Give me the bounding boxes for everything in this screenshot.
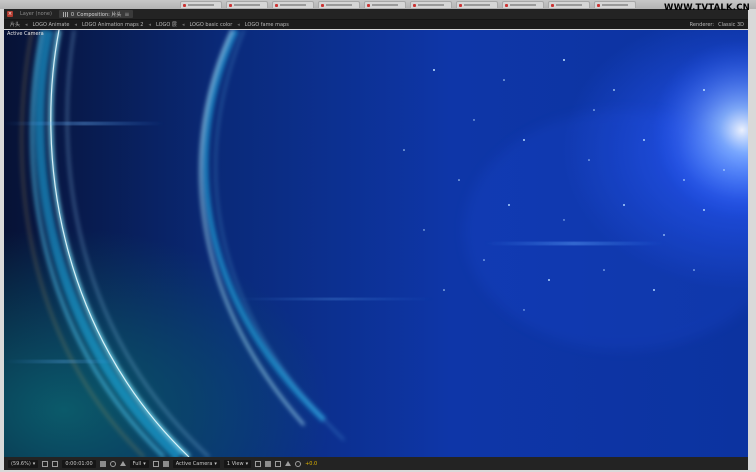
browser-tab[interactable] <box>364 1 406 8</box>
resolution-dropdown[interactable]: Full ▾ <box>129 459 149 468</box>
snapshot-icon[interactable] <box>99 460 106 467</box>
favicon-icon <box>413 3 416 7</box>
magnification-value: (59.6%) <box>11 460 31 467</box>
view-layout-value: 1 View <box>226 460 244 467</box>
viewer-bottom-bar: (59.6%) ▾ 0:00:01:00 Full ▾ Active Camer… <box>4 457 748 470</box>
menu-icon[interactable]: ≡ <box>124 11 129 18</box>
tab-layer[interactable]: Layer (none) <box>16 10 56 18</box>
lock-icon[interactable] <box>70 12 74 16</box>
browser-tab[interactable] <box>410 1 452 8</box>
timeline-icon[interactable] <box>275 460 282 467</box>
lens-streak <box>4 360 124 363</box>
resolution-grid-icon[interactable] <box>42 460 49 467</box>
reset-exposure-icon[interactable] <box>295 460 302 467</box>
chevron-down-icon: ▾ <box>214 460 217 467</box>
browser-tab[interactable] <box>318 1 360 8</box>
light-ring-left <box>20 30 210 457</box>
favicon-icon <box>459 3 462 7</box>
viewer-artwork <box>4 30 748 457</box>
favicon-icon <box>367 3 370 7</box>
tab-composition-label: Composition: 片头 <box>76 11 122 18</box>
flow-item[interactable]: LOGO fame maps <box>245 22 289 28</box>
fast-previews-icon[interactable] <box>265 460 272 467</box>
region-of-interest-icon[interactable] <box>152 460 159 467</box>
flow-item[interactable]: LOGO 层 <box>156 21 177 28</box>
browser-tab[interactable] <box>548 1 590 8</box>
renderer-label: Renderer: <box>689 21 715 28</box>
chevron-down-icon: ▾ <box>143 460 146 467</box>
lens-streak <box>4 122 164 125</box>
browser-tab[interactable] <box>594 1 636 8</box>
view-layout-dropdown[interactable]: 1 View ▾ <box>223 459 252 468</box>
close-icon[interactable]: × <box>7 11 13 17</box>
chevron-right-icon: ◂ <box>237 21 240 28</box>
exposure-value[interactable]: +0.0 <box>305 461 317 467</box>
safe-margins-icon[interactable] <box>52 460 59 467</box>
magnification-dropdown[interactable]: (59.6%) ▾ <box>8 459 39 468</box>
current-time-field[interactable]: 0:00:01:00 <box>62 459 96 468</box>
browser-tab[interactable] <box>272 1 314 8</box>
browser-tab[interactable] <box>180 1 222 8</box>
favicon-icon <box>505 3 508 7</box>
renderer-value[interactable]: Classic 3D <box>718 22 744 28</box>
flow-item[interactable]: LOGO basic color <box>189 22 232 28</box>
browser-tab[interactable] <box>502 1 544 8</box>
tab-layer-label: Layer (none) <box>20 11 52 17</box>
favicon-icon <box>321 3 324 7</box>
flow-item[interactable]: LOGO Animate <box>33 22 70 28</box>
renderer-setting[interactable]: Renderer: Classic 3D <box>690 20 744 29</box>
favicon-icon <box>275 3 278 7</box>
chevron-right-icon: ◂ <box>148 21 151 28</box>
panel-tab-row: × Layer (none) Composition: 片头 ≡ <box>4 9 748 20</box>
pixel-aspect-icon[interactable] <box>255 460 262 467</box>
composition-viewer[interactable] <box>4 30 748 457</box>
flowchart-icon[interactable] <box>285 461 292 466</box>
favicon-icon <box>551 3 554 7</box>
show-snapshot-icon[interactable] <box>109 460 116 467</box>
flow-item[interactable]: LOGO Animation maps 2 <box>82 22 144 28</box>
favicon-icon <box>183 3 186 7</box>
chevron-down-icon: ▾ <box>32 460 36 467</box>
timecode-value: 0:00:01:00 <box>65 460 93 467</box>
browser-tab[interactable] <box>456 1 498 8</box>
favicon-icon <box>597 3 600 7</box>
tab-composition[interactable]: Composition: 片头 ≡ <box>58 10 134 18</box>
active-camera-label: Active Camera <box>7 31 44 37</box>
color-channel-icon[interactable] <box>119 461 126 466</box>
chevron-right-icon: ◂ <box>74 21 77 28</box>
lens-streak <box>234 298 434 300</box>
camera-dropdown[interactable]: Active Camera ▾ <box>172 459 220 468</box>
flow-item-comp[interactable]: 片头 <box>10 21 20 28</box>
grid-icon <box>62 11 68 17</box>
browser-tab[interactable] <box>226 1 268 8</box>
chevron-down-icon: ▾ <box>245 460 249 467</box>
light-ring-inner <box>199 30 345 441</box>
composition-flowchart: 片头 ◂ LOGO Animate ◂ LOGO Animation maps … <box>4 20 748 29</box>
transparency-grid-icon[interactable] <box>162 460 169 467</box>
camera-value: Active Camera <box>175 460 213 467</box>
chevron-right-icon: ◂ <box>181 21 185 28</box>
browser-tab-strip <box>0 0 756 9</box>
chevron-right-icon: ◂ <box>25 21 28 28</box>
haze <box>464 110 748 350</box>
watermark: WWW.TVTALK.CN <box>664 3 750 13</box>
favicon-icon <box>229 3 232 7</box>
resolution-value: Full <box>132 460 142 467</box>
